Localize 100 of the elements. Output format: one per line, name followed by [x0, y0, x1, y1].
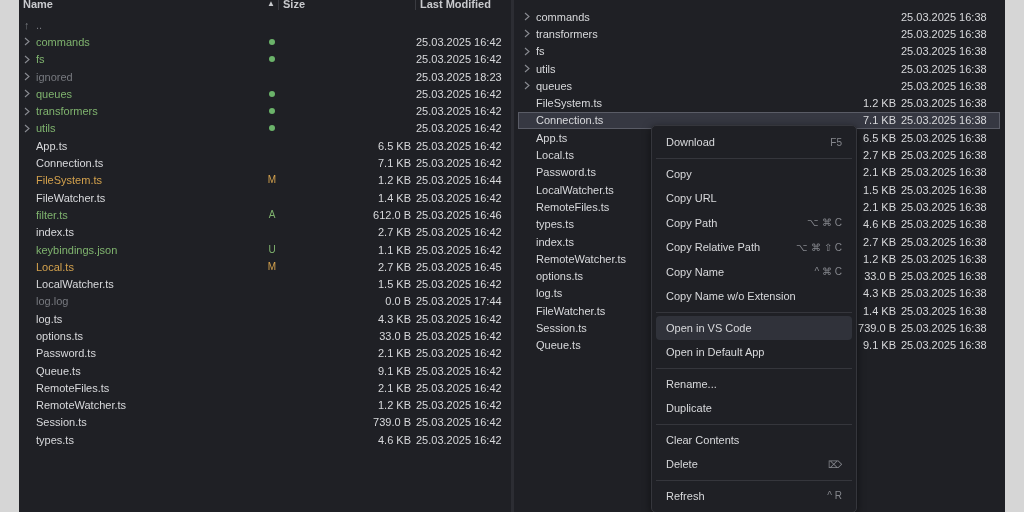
menu-item[interactable]: Copy URL	[656, 186, 852, 211]
modified-date: 25.03.2025 16:38	[901, 44, 987, 59]
modified-date: 25.03.2025 16:42	[416, 311, 502, 326]
file-name[interactable]: RemoteFiles.ts	[36, 380, 262, 395]
file-name[interactable]: index.ts	[536, 235, 574, 248]
modified-date: 25.03.2025 16:38	[901, 217, 987, 232]
file-name[interactable]: Local.ts	[36, 259, 262, 274]
modified-date: 25.03.2025 16:42	[416, 329, 502, 343]
modified-date: 25.03.2025 17:44	[416, 294, 502, 309]
file-name[interactable]: queues	[36, 86, 262, 101]
file-name[interactable]: queues	[536, 79, 573, 92]
file-name[interactable]: FileSystem.ts	[36, 173, 262, 188]
file-name[interactable]: transformers	[536, 27, 598, 40]
file-name[interactable]: Password.ts	[36, 346, 262, 361]
menu-item[interactable]: Delete ⌦	[656, 452, 852, 477]
modified-date: 25.03.2025 16:38	[901, 130, 987, 145]
menu-item[interactable]: Rename...	[656, 371, 852, 396]
menu-item[interactable]: Copy Name w/o Extension	[656, 284, 852, 309]
menu-item[interactable]: Clear Contents	[656, 427, 852, 452]
file-name[interactable]: Queue.ts	[536, 339, 581, 352]
git-status: M	[267, 173, 277, 188]
file-name[interactable]: options.ts	[36, 329, 262, 343]
file-name[interactable]: App.ts	[536, 131, 568, 144]
file-size: 6.5 KB	[862, 131, 896, 144]
file-size: 1.2 KB	[377, 399, 411, 412]
modified-date: 25.03.2025 16:42	[416, 346, 502, 361]
modified-date: 25.03.2025 16:42	[416, 380, 502, 395]
modified-date: 25.03.2025 16:45	[416, 259, 502, 274]
menu-item[interactable]: Refresh ^ R	[656, 483, 852, 508]
menu-item[interactable]: Copy Name ^ ⌘ C	[656, 259, 852, 284]
file-name[interactable]: transformers	[36, 104, 262, 119]
file-name[interactable]: commands	[536, 10, 590, 23]
modified-date: 25.03.2025 16:42	[416, 156, 502, 170]
sort-ascending-icon[interactable]: ▲	[267, 0, 275, 10]
column-header[interactable]: Name	[23, 0, 53, 10]
file-name[interactable]: types.ts	[536, 218, 574, 231]
file-name[interactable]: fs	[36, 52, 262, 67]
column-header[interactable]: Last Modified	[416, 0, 491, 10]
git-status: M	[267, 259, 277, 274]
file-name[interactable]: fs	[536, 45, 545, 58]
modified-date: 25.03.2025 16:42	[416, 86, 502, 101]
file-name[interactable]: Connection.ts	[536, 114, 604, 127]
file-size: 1.2 KB	[862, 252, 896, 265]
file-size: 1.5 KB	[377, 278, 411, 291]
menu-item[interactable]: Duplicate	[656, 396, 852, 421]
file-size: 9.1 KB	[862, 339, 896, 352]
parent-folder-link[interactable]: ..	[36, 17, 43, 32]
file-name[interactable]: ignored	[36, 69, 262, 84]
file-name[interactable]: Connection.ts	[36, 156, 262, 170]
file-name[interactable]: FileWatcher.ts	[36, 190, 262, 205]
file-name[interactable]: RemoteWatcher.ts	[36, 398, 262, 413]
file-name[interactable]: utils	[36, 121, 262, 136]
file-name[interactable]: Session.ts	[536, 322, 587, 334]
modified-date: 25.03.2025 16:38	[901, 321, 987, 335]
file-name[interactable]: FileWatcher.ts	[536, 304, 606, 317]
file-name[interactable]: keybindings.json	[36, 242, 262, 257]
menu-item[interactable]: Copy Relative Path ⌥ ⌘ ⇧ C	[656, 235, 852, 260]
file-name[interactable]: Session.ts	[36, 415, 262, 430]
file-name[interactable]: log.ts	[36, 311, 262, 326]
file-size: 4.6 KB	[862, 218, 896, 231]
file-name[interactable]: Queue.ts	[36, 363, 262, 378]
modified-date: 25.03.2025 16:38	[901, 78, 987, 93]
modified-date: 25.03.2025 16:38	[901, 269, 987, 284]
file-size: 2.7 KB	[862, 235, 896, 248]
file-size: 4.6 KB	[377, 433, 411, 446]
file-name[interactable]: commands	[36, 34, 262, 49]
modified-date: 25.03.2025 16:38	[901, 338, 987, 353]
file-size: 4.3 KB	[377, 312, 411, 325]
selected-row[interactable]: Connection.ts 7.1 KB 25.03.2025 16:38	[518, 111, 1000, 130]
file-name[interactable]: options.ts	[536, 270, 584, 283]
file-name[interactable]: types.ts	[36, 432, 262, 447]
file-size: 7.1 KB	[377, 157, 411, 169]
modified-date: 25.03.2025 16:38	[901, 165, 987, 180]
modified-date: 25.03.2025 16:42	[416, 277, 502, 292]
file-name[interactable]: log.ts	[536, 287, 563, 300]
menu-item[interactable]: Download F5	[656, 130, 852, 155]
menu-item[interactable]: Copy	[656, 161, 852, 186]
parent-folder-icon[interactable]: ↑	[19, 17, 36, 32]
file-name[interactable]: FileSystem.ts	[536, 97, 602, 110]
file-name[interactable]: log.log	[36, 294, 262, 309]
file-size: 7.1 KB	[862, 114, 896, 127]
file-name[interactable]: utils	[536, 62, 556, 75]
file-name[interactable]: index.ts	[36, 225, 262, 240]
file-name[interactable]: Password.ts	[536, 166, 596, 179]
menu-item[interactable]: Open in VS Code	[656, 315, 852, 340]
file-size: 1.1 KB	[377, 243, 411, 256]
modified-date: 25.03.2025 16:38	[901, 182, 987, 197]
column-header[interactable]: Size	[279, 0, 416, 10]
modified-date: 25.03.2025 16:42	[416, 415, 502, 430]
file-name[interactable]: RemoteFiles.ts	[536, 200, 610, 213]
menu-item[interactable]: Copy Path ⌥ ⌘ C	[656, 210, 852, 235]
modified-date: 25.03.2025 16:42	[416, 52, 502, 67]
file-name[interactable]: LocalWatcher.ts	[36, 277, 262, 292]
file-name[interactable]: RemoteWatcher.ts	[536, 252, 627, 265]
file-name[interactable]: filter.ts	[36, 207, 262, 222]
file-size: 9.1 KB	[377, 364, 411, 377]
file-name[interactable]: App.ts	[36, 138, 262, 153]
file-name[interactable]: Local.ts	[536, 149, 574, 161]
menu-item[interactable]: Open in Default App	[656, 340, 852, 365]
file-name[interactable]: LocalWatcher.ts	[536, 183, 614, 196]
